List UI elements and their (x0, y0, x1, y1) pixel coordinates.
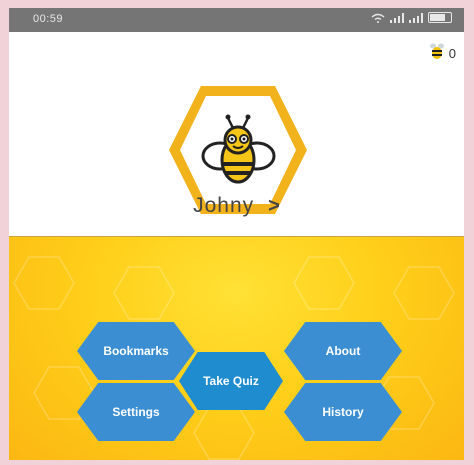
signal-icon (390, 12, 404, 23)
settings-button[interactable]: Settings (77, 383, 195, 441)
battery-icon (428, 12, 452, 23)
settings-label: Settings (112, 405, 160, 419)
bee-coin-icon (429, 42, 445, 65)
about-label: About (325, 344, 361, 358)
app-screen: 00:59 0 Johny > Bookmarks About Take Qui… (9, 8, 464, 460)
take-quiz-label: Take Quiz (203, 374, 259, 388)
status-icons (371, 12, 452, 23)
username: Johny (193, 194, 255, 217)
menu-panel: Bookmarks About Take Quiz Settings Histo… (9, 236, 464, 460)
history-label: History (322, 405, 364, 419)
status-time: 00:59 (33, 13, 64, 25)
bookmarks-button[interactable]: Bookmarks (77, 322, 195, 380)
profile-row[interactable]: Johny > (9, 194, 464, 218)
bookmarks-label: Bookmarks (103, 344, 169, 358)
history-button[interactable]: History (284, 383, 402, 441)
take-quiz-button[interactable]: Take Quiz (179, 352, 283, 410)
coin-count: 0 (448, 46, 456, 61)
about-button[interactable]: About (284, 322, 402, 380)
coin-counter[interactable]: 0 (429, 42, 456, 65)
chevron-right-icon: > (268, 195, 280, 217)
status-bar: 00:59 (9, 8, 464, 32)
wifi-icon (371, 13, 385, 23)
signal-icon-2 (409, 12, 423, 23)
